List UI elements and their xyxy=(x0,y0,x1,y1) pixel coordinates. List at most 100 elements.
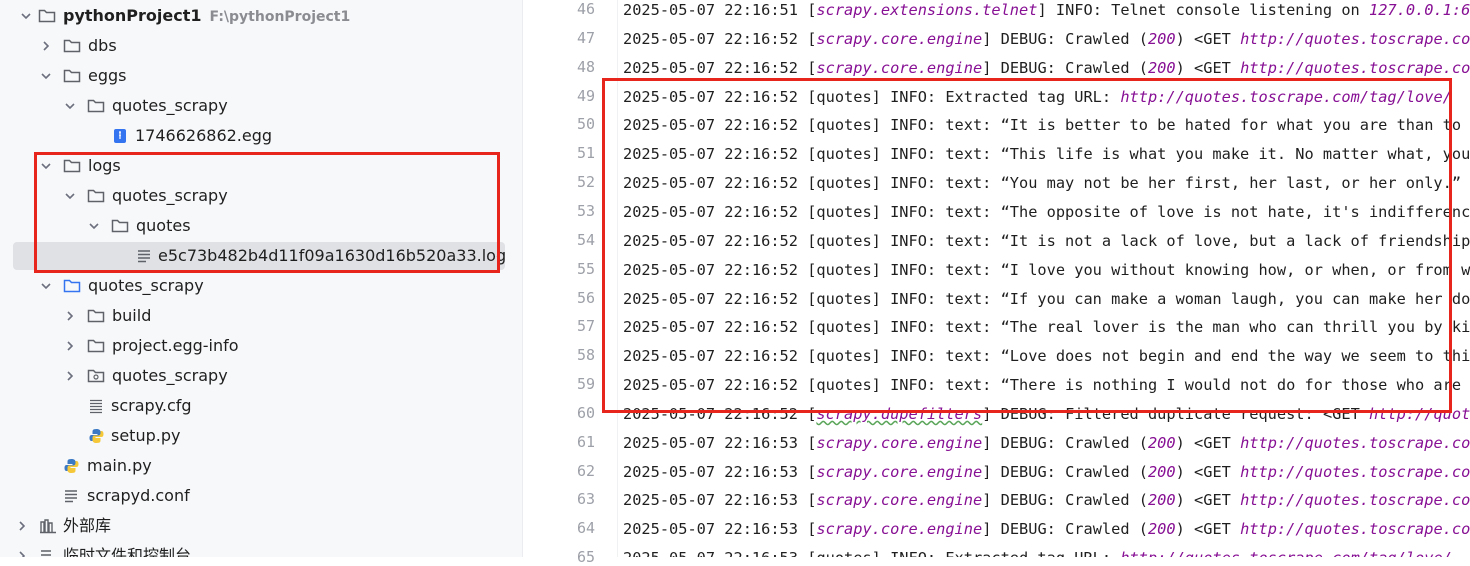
log-line[interactable]: 2025-05-07 22:16:52 [scrapy.core.engine]… xyxy=(623,29,1470,49)
logger-name: scrapy.dupefilters xyxy=(816,404,983,423)
line-number: 49 xyxy=(576,86,595,105)
tree-node-egg-file[interactable]: 1746626862.egg xyxy=(0,121,522,151)
tree-node-scrapyd-conf[interactable]: scrapyd.conf xyxy=(0,481,522,511)
log-text: 2025-05-07 22:16:52 [quotes] INFO: Extra… xyxy=(623,87,1121,106)
tree-node-dbs[interactable]: dbs xyxy=(0,31,522,61)
line-number: 48 xyxy=(576,57,595,76)
root-label: pythonProject1 xyxy=(63,6,202,25)
status-code: 200 xyxy=(1147,58,1176,77)
tree-node-scrapy-cfg[interactable]: scrapy.cfg xyxy=(0,391,522,421)
log-text: ) <GET xyxy=(1175,462,1241,481)
chevron-down-icon[interactable] xyxy=(88,220,100,232)
log-line[interactable]: 2025-05-07 22:16:52 [quotes] INFO: text:… xyxy=(623,231,1470,251)
tree-node-egg-info[interactable]: project.egg-info xyxy=(0,331,522,361)
logger-name: scrapy.core.engine xyxy=(816,520,983,539)
log-line[interactable]: 2025-05-07 22:16:53 [scrapy.core.engine]… xyxy=(623,462,1470,482)
log-text: ) <GET xyxy=(1175,58,1241,77)
log-line[interactable]: 2025-05-07 22:16:52 [quotes] INFO: text:… xyxy=(623,144,1470,164)
log-text: 2025-05-07 22:16:52 [quotes] INFO: text:… xyxy=(623,202,1470,221)
tree-node-logs-quotes-scrapy[interactable]: quotes_scrapy xyxy=(0,181,522,211)
log-line[interactable]: 2025-05-07 22:16:51 [scrapy.extensions.t… xyxy=(623,0,1470,20)
log-text: 2025-05-07 22:16:53 [quotes] INFO: Extra… xyxy=(623,549,1120,557)
chevron-down-icon[interactable] xyxy=(40,280,52,292)
log-line[interactable]: 2025-05-07 22:16:52 [quotes] INFO: text:… xyxy=(623,260,1470,280)
text-file-icon xyxy=(138,250,150,263)
tree-label: 外部库 xyxy=(63,516,112,535)
chevron-down-icon[interactable] xyxy=(64,190,76,202)
log-text: ) <GET xyxy=(1175,433,1241,452)
logger-name: scrapy.extensions.telnet xyxy=(816,1,1038,19)
python-file-icon xyxy=(64,459,79,473)
chevron-down-icon[interactable] xyxy=(40,160,52,172)
folder-icon xyxy=(87,99,105,113)
log-url: http://quotes.toscrape.com/tag/love/ xyxy=(1240,462,1470,481)
tree-label: e5c73b482b4d11f09a1630d16b520a33.log xyxy=(158,246,507,265)
chevron-right-icon[interactable] xyxy=(64,310,76,322)
status-code: 200 xyxy=(1147,491,1176,510)
log-text: ] DEBUG: Crawled ( xyxy=(982,29,1148,48)
log-text: 2025-05-07 22:16:53 [ xyxy=(623,433,817,452)
chevron-right-icon[interactable] xyxy=(16,550,28,557)
tree-node-quotes[interactable]: quotes xyxy=(0,211,522,241)
tree-node-eggs[interactable]: eggs xyxy=(0,61,522,91)
line-number: 58 xyxy=(576,346,595,365)
log-text: 2025-05-07 22:16:52 [quotes] INFO: text:… xyxy=(623,376,1462,395)
log-editor[interactable]: 2025-05-07 22:16:51 [scrapy.extensions.t… xyxy=(618,0,1470,557)
log-text: 2025-05-07 22:16:53 [ xyxy=(623,520,817,539)
folder-icon xyxy=(87,309,105,323)
chevron-down-icon[interactable] xyxy=(20,10,32,22)
log-url: http://quotes.toscrape.com/tag/love/ xyxy=(1240,58,1470,77)
log-line[interactable]: 2025-05-07 22:16:52 [scrapy.core.engine]… xyxy=(623,58,1470,78)
folder-icon xyxy=(63,69,81,83)
log-line[interactable]: 2025-05-07 22:16:52 [scrapy.dupefilters]… xyxy=(623,404,1470,424)
tree-label: 1746626862.egg xyxy=(135,126,273,145)
chevron-down-icon[interactable] xyxy=(64,100,76,112)
log-line[interactable]: 2025-05-07 22:16:52 [quotes] INFO: text:… xyxy=(623,202,1470,222)
chevron-right-icon[interactable] xyxy=(16,520,28,532)
tree-node-log-file[interactable]: e5c73b482b4d11f09a1630d16b520a33.log xyxy=(0,241,522,271)
line-number: 59 xyxy=(576,375,595,394)
tree-node-quotes-scrapy-package[interactable]: quotes_scrapy xyxy=(0,361,522,391)
line-number: 55 xyxy=(576,259,595,278)
chevron-right-icon[interactable] xyxy=(64,370,76,382)
tree-node-eggs-quotes-scrapy[interactable]: quotes_scrapy xyxy=(0,91,522,121)
tree-node-scratches-consoles[interactable]: 临时文件和控制台 xyxy=(0,541,522,557)
tree-node-build[interactable]: build xyxy=(0,301,522,331)
log-url: http://quotes.toscrape.com/tag/love/ xyxy=(1240,29,1470,48)
log-line[interactable]: 2025-05-07 22:16:53 [scrapy.core.engine]… xyxy=(623,433,1470,453)
log-text: 2025-05-07 22:16:53 [ xyxy=(623,491,817,510)
tree-node-main-py[interactable]: main.py xyxy=(0,451,522,481)
folder-icon xyxy=(87,339,105,353)
log-line[interactable]: 2025-05-07 22:16:53 [quotes] INFO: Extra… xyxy=(623,548,1452,557)
log-line[interactable]: 2025-05-07 22:16:52 [quotes] INFO: text:… xyxy=(623,173,1461,193)
log-line[interactable]: 2025-05-07 22:16:52 [quotes] INFO: text:… xyxy=(623,317,1470,337)
log-line[interactable]: 2025-05-07 22:16:53 [scrapy.core.engine]… xyxy=(623,490,1470,510)
tree-node-quotes-scrapy-module[interactable]: quotes_scrapy xyxy=(0,271,522,301)
chevron-right-icon[interactable] xyxy=(64,340,76,352)
log-text: 2025-05-07 22:16:51 [ xyxy=(623,1,817,19)
log-text: ) <GET xyxy=(1175,29,1241,48)
log-line[interactable]: 2025-05-07 22:16:52 [quotes] INFO: text:… xyxy=(623,346,1470,366)
log-line[interactable]: 2025-05-07 22:16:52 [quotes] INFO: text:… xyxy=(623,375,1470,395)
log-line[interactable]: 2025-05-07 22:16:52 [quotes] INFO: text:… xyxy=(623,289,1470,309)
folder-icon xyxy=(38,9,56,23)
line-number: 50 xyxy=(576,115,595,134)
log-text: ] DEBUG: Filtered duplicate request: <GE… xyxy=(982,404,1369,423)
log-text: 2025-05-07 22:16:52 [ xyxy=(623,29,817,48)
log-text: 2025-05-07 22:16:52 [quotes] INFO: text:… xyxy=(623,231,1470,250)
tree-node-setup-py[interactable]: setup.py xyxy=(0,421,522,451)
log-text: 2025-05-07 22:16:52 [quotes] INFO: text:… xyxy=(623,260,1470,279)
log-line[interactable]: 2025-05-07 22:16:53 [scrapy.core.engine]… xyxy=(623,519,1470,539)
logger-name: scrapy.core.engine xyxy=(816,58,983,77)
tree-node-root[interactable]: pythonProject1 F:\pythonProject1 xyxy=(0,1,522,31)
chevron-down-icon[interactable] xyxy=(40,70,52,82)
log-line[interactable]: 2025-05-07 22:16:52 [quotes] INFO: Extra… xyxy=(623,87,1452,107)
log-line[interactable]: 2025-05-07 22:16:52 [quotes] INFO: text:… xyxy=(623,115,1470,135)
log-text: 2025-05-07 22:16:52 [quotes] INFO: text:… xyxy=(623,145,1470,164)
chevron-right-icon[interactable] xyxy=(40,40,52,52)
line-number: 65 xyxy=(576,548,595,566)
tree-node-logs[interactable]: logs xyxy=(0,151,522,181)
tree-label: quotes_scrapy xyxy=(112,96,228,115)
tree-label: scrapy.cfg xyxy=(111,396,192,415)
tree-node-external-libraries[interactable]: 外部库 xyxy=(0,511,522,541)
